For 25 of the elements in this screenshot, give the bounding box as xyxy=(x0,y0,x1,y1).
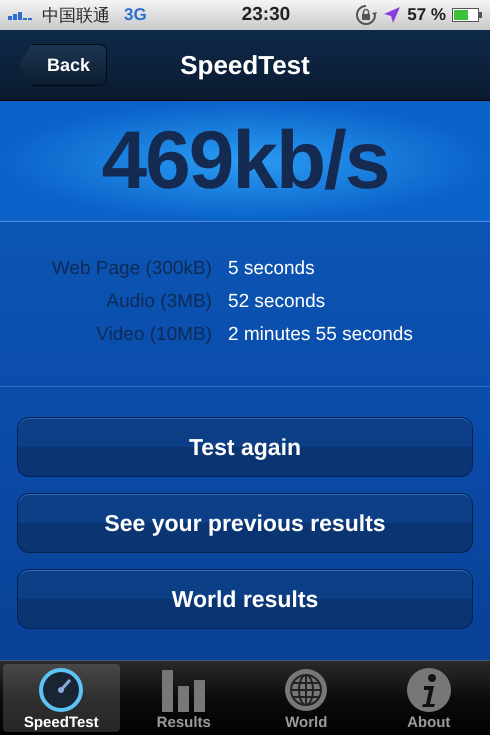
action-button[interactable]: World results xyxy=(17,569,473,629)
gauge-icon xyxy=(37,666,86,714)
estimate-label: Video (10MB) xyxy=(95,324,212,346)
tab[interactable]: World xyxy=(248,664,364,732)
action-button[interactable]: See your previous results xyxy=(17,493,473,553)
battery-icon xyxy=(452,8,482,22)
location-arrow-icon xyxy=(383,6,402,24)
info-icon xyxy=(404,666,453,714)
tab[interactable]: Results xyxy=(126,664,242,732)
speed-value: 469kb/s xyxy=(102,114,388,208)
estimate-value: 2 minutes 55 seconds xyxy=(228,324,414,346)
screen-title: SpeedTest xyxy=(180,50,310,80)
rotation-lock-icon xyxy=(355,4,378,26)
carrier-name: 中国联通 xyxy=(42,4,110,26)
action-button[interactable]: Test again xyxy=(17,417,473,477)
back-button[interactable]: Back xyxy=(18,44,108,86)
estimate-value: 52 seconds xyxy=(228,291,326,313)
tab[interactable]: About xyxy=(370,664,487,732)
network-type: 3G xyxy=(124,5,147,25)
battery-percentage: 57 % xyxy=(407,5,446,25)
estimate-value: 5 seconds xyxy=(228,258,316,280)
clock-time: 23:30 xyxy=(240,4,290,26)
tab[interactable]: SpeedTest xyxy=(3,664,120,732)
estimate-label: Audio (3MB) xyxy=(105,291,212,313)
estimate-label: Web Page (300kB) xyxy=(50,258,212,280)
